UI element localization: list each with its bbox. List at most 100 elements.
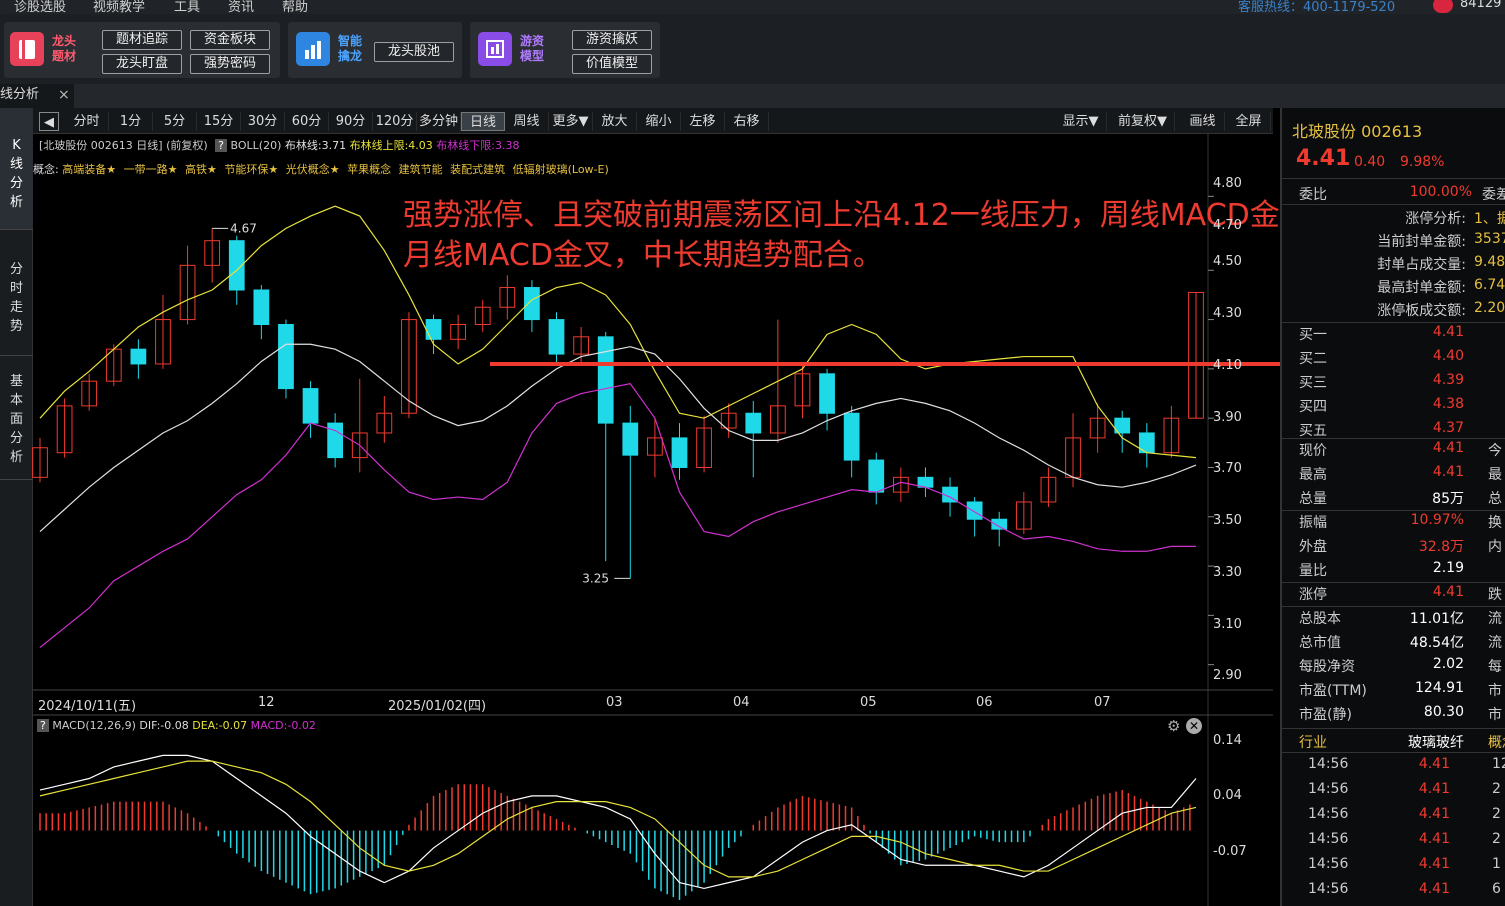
tick-volume: 6 xyxy=(1492,881,1501,897)
fin-value: 80.30 xyxy=(1423,704,1464,720)
kline-chart[interactable]: 4.67 3.25 xyxy=(0,0,1280,906)
bid-level-label: 买二 xyxy=(1299,351,1327,367)
date-axis-label: 05 xyxy=(860,695,877,710)
tick-volume: 2 xyxy=(1492,806,1501,822)
macd-axis-label: 0.14 xyxy=(1213,733,1242,748)
weibi-label: 委比 xyxy=(1299,187,1327,203)
price-pct: 9.98% xyxy=(1400,154,1445,170)
fin-extra: 每 xyxy=(1488,659,1502,675)
fin-label: 市盈(TTM) xyxy=(1299,683,1367,699)
bid-level-price: 4.38 xyxy=(1432,396,1464,412)
bid-level-label: 买五 xyxy=(1299,423,1327,439)
candle-body xyxy=(425,319,442,340)
fin-extra: 流 xyxy=(1488,611,1502,627)
limit-up-row-label: 当前封单金额: xyxy=(1377,234,1466,250)
account-logo-icon xyxy=(1433,0,1453,13)
macd-info-line: ? MACD(12,26,9) DIF:-0.08 DEA:-0.07 MACD… xyxy=(33,716,316,736)
stat-label: 现价 xyxy=(1299,443,1327,459)
candle-body xyxy=(548,319,565,355)
date-axis-label: 2024/10/11(五) xyxy=(38,699,137,714)
tick-volume: 12 xyxy=(1492,756,1505,772)
candle-body xyxy=(597,336,614,424)
limit-up-row-label: 涨停板成交额: xyxy=(1377,303,1466,319)
macd-value: MACD:-0.02 xyxy=(250,719,316,732)
candle-body xyxy=(524,287,540,321)
tick-volume: 1 xyxy=(1492,856,1501,872)
stock-title: 北玻股份 002613 xyxy=(1292,122,1423,141)
industry-label: 行业 xyxy=(1299,735,1327,751)
date-axis-label: 07 xyxy=(1094,695,1111,710)
quote-panel: 北玻股份 002613 4.41 0.40 9.98% 委比 100.00% 委… xyxy=(1280,108,1505,906)
price-axis-label: 4.30 xyxy=(1213,306,1242,321)
limit-up-row-value: 3537 xyxy=(1474,231,1505,247)
tick-volume: 2 xyxy=(1492,781,1501,797)
limit-up-row-value: 9.48 xyxy=(1474,254,1505,270)
tick-time: 14:56 xyxy=(1308,781,1349,797)
price-axis-label: 3.50 xyxy=(1213,513,1242,528)
stat-value: 85万 xyxy=(1432,491,1464,507)
limit-up-row-value: 1、据202 xyxy=(1474,211,1505,227)
stat-value: 4.41 xyxy=(1432,584,1464,600)
tick-time: 14:56 xyxy=(1308,806,1349,822)
price-change: 0.40 xyxy=(1354,154,1386,170)
tick-time: 14:56 xyxy=(1308,756,1349,772)
candle-body xyxy=(327,422,344,459)
current-price: 4.41 xyxy=(1296,146,1351,171)
fin-extra: 流 xyxy=(1488,635,1502,651)
stat-label: 量比 xyxy=(1299,563,1327,579)
analysis-annotation: 强势涨停、且突破前期震荡区间上沿4.12一线压力，周线MACD金叉，月线MACD… xyxy=(403,198,1340,273)
candle-body xyxy=(843,412,860,461)
stat-extra: 跌 xyxy=(1488,587,1502,603)
bid-level-price: 4.41 xyxy=(1432,324,1464,340)
bid-level-label: 买一 xyxy=(1299,327,1327,343)
tick-time: 14:56 xyxy=(1308,881,1349,897)
limit-up-row-label: 最高封单金额: xyxy=(1377,280,1466,296)
limit-up-row-value: 2.20 xyxy=(1474,300,1505,316)
stat-label: 涨停 xyxy=(1299,587,1327,603)
candle-body xyxy=(130,348,147,365)
stat-label: 最高 xyxy=(1299,467,1327,483)
help-icon[interactable]: ? xyxy=(37,719,49,732)
price-axis-label: 3.70 xyxy=(1213,461,1242,476)
date-axis-label: 2025/01/02(四) xyxy=(388,699,487,714)
price-axis-label: 4.50 xyxy=(1213,254,1242,269)
tick-price: 4.41 xyxy=(1418,856,1450,872)
bid-level-price: 4.37 xyxy=(1432,420,1464,436)
stat-extra: 换 xyxy=(1488,515,1502,531)
dif-line xyxy=(39,754,1197,890)
tick-price: 4.41 xyxy=(1418,781,1450,797)
price-axis-label: 4.10 xyxy=(1213,358,1242,373)
candle-body xyxy=(745,412,762,434)
limit-up-row-value: 6.74 xyxy=(1474,277,1505,293)
industry-value[interactable]: 玻璃玻纤 xyxy=(1372,732,1464,752)
candle-body xyxy=(671,437,688,468)
high-marker-label: 4.67 xyxy=(230,221,257,235)
fin-label: 总股本 xyxy=(1299,611,1341,627)
stat-value: 4.41 xyxy=(1432,440,1464,456)
macd-dea: DEA:-0.07 xyxy=(192,719,248,732)
date-axis-label: 06 xyxy=(976,695,993,710)
stat-label: 总量 xyxy=(1299,491,1327,507)
macd-axis-label: -0.07 xyxy=(1213,844,1247,859)
tick-time: 14:56 xyxy=(1308,856,1349,872)
price-axis-label: 3.30 xyxy=(1213,565,1242,580)
limit-up-row-label: 涨停分析: xyxy=(1405,211,1466,227)
macd-name: MACD(12,26,9) xyxy=(52,719,136,732)
stat-extra: 最 xyxy=(1488,467,1502,483)
stat-extra: 今 xyxy=(1488,443,1502,459)
candle-body xyxy=(819,373,835,414)
gear-icon[interactable]: ⚙ xyxy=(1167,717,1180,735)
price-axis-label: 3.90 xyxy=(1213,410,1242,425)
stat-extra: 内 xyxy=(1488,539,1502,555)
candle-body xyxy=(302,388,319,424)
bid-level-label: 买三 xyxy=(1299,375,1327,391)
date-axis-label: 03 xyxy=(606,695,623,710)
concept-label[interactable]: 概念 xyxy=(1488,732,1505,752)
candle-body xyxy=(278,324,294,390)
fin-label: 每股净资 xyxy=(1299,659,1355,675)
tick-time: 14:56 xyxy=(1308,831,1349,847)
account-id[interactable]: 84129 xyxy=(1460,0,1501,11)
close-icon[interactable]: ✕ xyxy=(1186,718,1202,734)
price-axis-label: 3.10 xyxy=(1213,617,1242,632)
candle-body xyxy=(253,289,270,326)
